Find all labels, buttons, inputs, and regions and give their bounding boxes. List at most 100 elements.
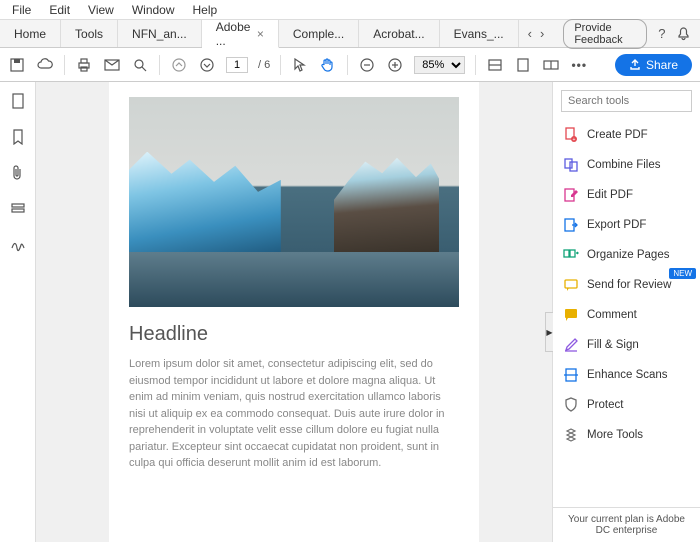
document-page: Headline Lorem ipsum dolor sit amet, con…: [109, 82, 479, 542]
left-rail: [0, 82, 36, 542]
zoom-out-icon[interactable]: [358, 56, 376, 74]
export-icon: [563, 217, 579, 233]
page-number-input[interactable]: [226, 57, 248, 73]
tool-comment[interactable]: Comment: [553, 300, 700, 330]
tool-fill-sign[interactable]: Fill & Sign: [553, 330, 700, 360]
tool-enhance-scans[interactable]: Enhance Scans: [553, 360, 700, 390]
cloud-icon[interactable]: [36, 56, 54, 74]
tab-label: Acrobat...: [373, 27, 424, 41]
tab-label: Tools: [75, 27, 103, 41]
save-icon[interactable]: [8, 56, 26, 74]
edit-icon: [563, 187, 579, 203]
notifications-icon[interactable]: [677, 26, 690, 41]
menu-edit[interactable]: Edit: [41, 1, 78, 19]
separator: [475, 55, 476, 75]
menu-view[interactable]: View: [80, 1, 122, 19]
protect-icon: [563, 397, 579, 413]
signatures-icon[interactable]: [9, 236, 27, 254]
zoom-select[interactable]: 85%: [414, 56, 465, 74]
close-tab-icon[interactable]: ×: [257, 27, 264, 41]
find-icon[interactable]: [131, 56, 149, 74]
tool-label: Send for Review: [587, 279, 671, 291]
tool-label: Organize Pages: [587, 249, 669, 261]
document-area[interactable]: Headline Lorem ipsum dolor sit amet, con…: [36, 82, 552, 542]
tool-create-pdf[interactable]: + Create PDF: [553, 120, 700, 150]
create-icon: +: [563, 127, 579, 143]
tool-organize-pages[interactable]: Organize Pages: [553, 240, 700, 270]
tab-adobe[interactable]: Adobe ... ×: [202, 20, 279, 48]
scan-icon: [563, 367, 579, 383]
main-area: Headline Lorem ipsum dolor sit amet, con…: [0, 82, 700, 542]
page-down-icon[interactable]: [198, 56, 216, 74]
tab-label: NFN_an...: [132, 27, 187, 41]
separator: [280, 55, 281, 75]
bookmarks-icon[interactable]: [9, 128, 27, 146]
organize-icon: [563, 247, 579, 263]
hand-tool-icon[interactable]: [319, 56, 337, 74]
tool-more-tools[interactable]: More Tools: [553, 420, 700, 450]
comment-icon: [563, 307, 579, 323]
tab-bar: Home Tools NFN_an... Adobe ... × Comple... Acr…: [0, 20, 700, 48]
tool-label: Export PDF: [587, 219, 646, 231]
toolbar: / 6 85% ••• Share: [0, 48, 700, 82]
more-icon[interactable]: •••: [570, 56, 588, 74]
tab-prev-icon[interactable]: ‹: [525, 26, 535, 41]
separator: [347, 55, 348, 75]
search-tools-input[interactable]: [561, 90, 692, 112]
tool-label: Edit PDF: [587, 189, 633, 201]
tab-home[interactable]: Home: [0, 20, 61, 47]
fit-page-icon[interactable]: [514, 56, 532, 74]
menu-bar: FileEditViewWindowHelp: [0, 0, 700, 20]
read-mode-icon[interactable]: [542, 56, 560, 74]
tool-label: Combine Files: [587, 159, 661, 171]
tools-panel: ▶ +Create PDFCombine FilesEdit PDFExport…: [552, 82, 700, 542]
new-badge: NEW: [669, 268, 696, 279]
collapse-panel-icon[interactable]: ▶: [545, 312, 553, 352]
tab-tools[interactable]: Tools: [61, 20, 118, 47]
document-headline: Headline: [129, 323, 459, 346]
tab-label: Adobe ...: [216, 20, 251, 48]
tool-label: Create PDF: [587, 129, 648, 141]
provide-feedback-button[interactable]: Provide Feedback: [563, 19, 646, 49]
review-icon: [563, 277, 579, 293]
tab-label: Home: [14, 27, 46, 41]
help-icon[interactable]: ?: [657, 26, 667, 41]
separator: [64, 55, 65, 75]
menu-help[interactable]: Help: [185, 1, 226, 19]
tab-nfn_an[interactable]: NFN_an...: [118, 20, 202, 47]
tool-label: Protect: [587, 399, 623, 411]
tool-send-for-review[interactable]: Send for ReviewNEW: [553, 270, 700, 300]
tool-label: Comment: [587, 309, 637, 321]
mail-icon[interactable]: [103, 56, 121, 74]
tab-evans_[interactable]: Evans_...: [440, 20, 519, 47]
select-tool-icon[interactable]: [291, 56, 309, 74]
zoom-in-icon[interactable]: [386, 56, 404, 74]
document-image: [129, 97, 459, 307]
tool-protect[interactable]: Protect: [553, 390, 700, 420]
tool-label: Fill & Sign: [587, 339, 639, 351]
tab-label: Comple...: [293, 27, 344, 41]
page-total: / 6: [258, 59, 270, 71]
print-icon[interactable]: [75, 56, 93, 74]
layers-icon[interactable]: [9, 200, 27, 218]
menu-file[interactable]: File: [4, 1, 39, 19]
tool-combine-files[interactable]: Combine Files: [553, 150, 700, 180]
tab-label: Evans_...: [454, 27, 504, 41]
svg-text:+: +: [573, 137, 576, 143]
sign-icon: [563, 337, 579, 353]
page-up-icon[interactable]: [170, 56, 188, 74]
tab-comple[interactable]: Comple...: [279, 20, 359, 47]
separator: [159, 55, 160, 75]
fit-width-icon[interactable]: [486, 56, 504, 74]
combine-icon: [563, 157, 579, 173]
menu-window[interactable]: Window: [124, 1, 183, 19]
attachments-icon[interactable]: [9, 164, 27, 182]
plan-info: Your current plan is Adobe DC enterprise: [553, 507, 700, 542]
tool-edit-pdf[interactable]: Edit PDF: [553, 180, 700, 210]
tab-acrobat[interactable]: Acrobat...: [359, 20, 439, 47]
share-button[interactable]: Share: [615, 54, 692, 76]
tool-export-pdf[interactable]: Export PDF: [553, 210, 700, 240]
more-icon: [563, 427, 579, 443]
thumbnails-icon[interactable]: [9, 92, 27, 110]
tab-next-icon[interactable]: ›: [537, 26, 547, 41]
